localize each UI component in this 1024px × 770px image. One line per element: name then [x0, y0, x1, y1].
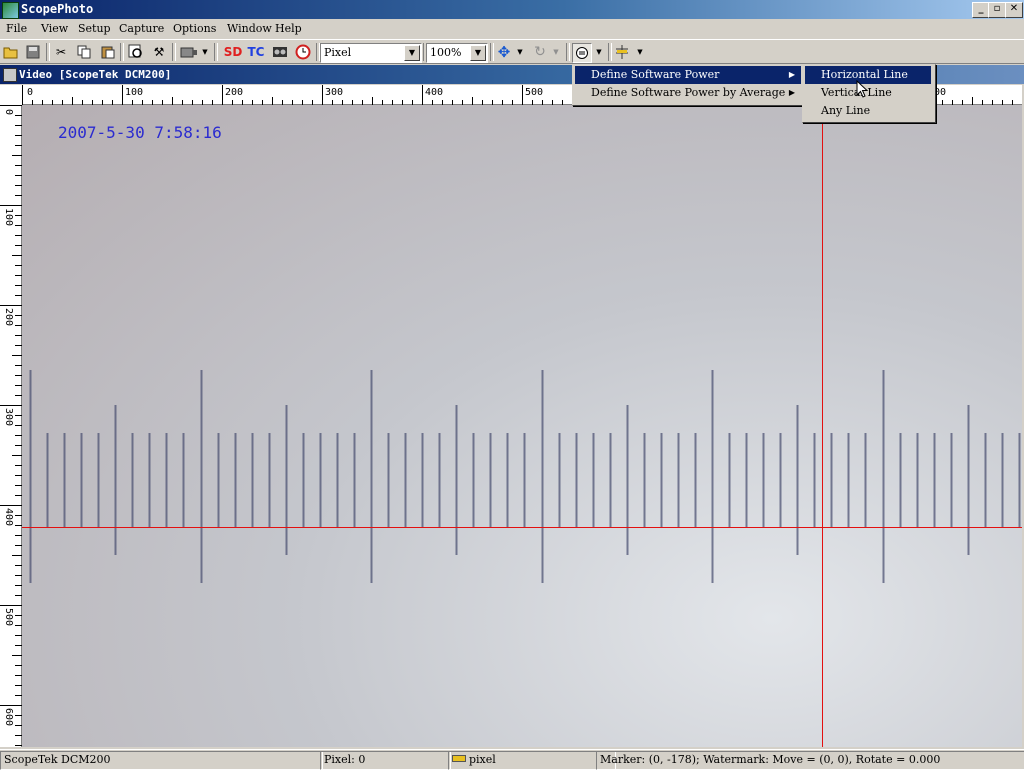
status-bar: ScopeTek DCM200 Pixel: 0 pixel Marker: (…: [0, 749, 1024, 770]
camera-dropdown-arrow[interactable]: ▼: [200, 43, 210, 61]
unit-select[interactable]: Pixel ▼: [320, 43, 422, 63]
menu-options[interactable]: Options: [173, 22, 216, 35]
micrometer-scale-image: [29, 370, 1021, 583]
chevron-down-icon[interactable]: ▼: [470, 45, 486, 61]
copy-icon[interactable]: [75, 43, 93, 61]
timer-icon[interactable]: [294, 43, 312, 61]
ruler-label: 100: [3, 208, 14, 227]
ruler-label: 400: [425, 87, 444, 98]
rotate-dropdown-arrow: ▼: [553, 48, 559, 56]
restore-button[interactable]: ▫: [988, 2, 1006, 18]
menu-capture[interactable]: Capture: [119, 22, 164, 35]
ruler-label: 200: [225, 87, 244, 98]
calibration-dropdown-arrow[interactable]: ▼: [635, 43, 645, 61]
camera-icon[interactable]: [180, 43, 198, 61]
ruler-label: 300: [3, 408, 14, 427]
menu-bar: File View Setup Capture Options Window H…: [0, 19, 1024, 39]
move-icon[interactable]: ✥: [495, 43, 513, 61]
menu-view[interactable]: View: [41, 22, 68, 35]
video-window-icon: [3, 68, 17, 82]
sd-button[interactable]: SD: [222, 43, 244, 61]
menu-item-define-software-power[interactable]: Define Software Power ▶: [575, 66, 801, 84]
video-canvas[interactable]: 2007-5-30 7:58:16: [22, 105, 1022, 747]
ruler-label: 100: [125, 87, 144, 98]
save-icon[interactable]: [24, 43, 42, 61]
status-marker: Marker: (0, -178); Watermark: Move = (0,…: [596, 751, 1024, 770]
zoom-preview-icon[interactable]: [127, 43, 145, 61]
measure-dropdown-arrow[interactable]: ▼: [594, 43, 604, 61]
ruler-label: 500: [3, 608, 14, 627]
tools-icon[interactable]: ⚒: [150, 43, 168, 61]
toolbar: ✂ ⚒ ▼ SD TC Pixel ▼ 100% ▼ ✥ ▼ ↻ ▼ ▼ ▼: [0, 39, 1024, 64]
ruler-icon: [452, 755, 466, 762]
menu-item-label: Define Software Power: [591, 68, 720, 81]
ruler-label: 200: [3, 308, 14, 327]
menu-help[interactable]: Help: [275, 22, 302, 35]
menu-item-label: Define Software Power by Average: [591, 86, 786, 99]
context-menu: Define Software Power ▶ Define Software …: [572, 64, 806, 106]
crosshair-vertical-line[interactable]: [822, 105, 823, 747]
measure-icon[interactable]: [572, 43, 592, 63]
video-timestamp: 2007-5-30 7:58:16: [58, 123, 222, 142]
tc-button[interactable]: TC: [245, 43, 267, 61]
menu-item-any-line[interactable]: Any Line: [805, 102, 931, 120]
film-icon[interactable]: [271, 43, 289, 61]
ruler-label: 300: [325, 87, 344, 98]
ruler-label: 0: [27, 87, 34, 98]
open-folder-icon[interactable]: [2, 43, 20, 61]
status-device: ScopeTek DCM200: [0, 751, 323, 770]
video-window-title: Video [ScopeTek DCM200]: [19, 68, 172, 81]
menu-file[interactable]: File: [6, 22, 27, 35]
paste-icon[interactable]: [99, 43, 117, 61]
ruler-label: 600: [3, 708, 14, 727]
crosshair-horizontal-line[interactable]: [22, 527, 1022, 528]
submenu-arrow-icon: ▶: [788, 88, 795, 97]
submenu-arrow-icon: ▶: [788, 70, 795, 79]
mouse-cursor-icon: [856, 80, 869, 98]
chevron-down-icon[interactable]: ▼: [404, 45, 420, 61]
zoom-select[interactable]: 100% ▼: [426, 43, 488, 63]
cut-icon[interactable]: ✂: [52, 43, 70, 61]
status-unit-label: pixel: [469, 753, 496, 766]
app-icon: [2, 2, 19, 19]
vertical-ruler: 0 100 200 300 400 500 600: [0, 105, 22, 747]
ruler-label: 0: [3, 109, 14, 116]
status-unit: pixel: [448, 751, 616, 770]
window-title-bar[interactable]: ScopePhoto _ ▫ ✕: [0, 0, 1024, 19]
unit-select-value: Pixel: [324, 46, 352, 59]
move-dropdown-arrow[interactable]: ▼: [515, 43, 525, 61]
ruler-label: 500: [525, 87, 544, 98]
ruler-corner: [0, 85, 22, 105]
rotate-icon: ↻: [534, 44, 546, 60]
ruler-label: 400: [3, 508, 14, 527]
zoom-select-value: 100%: [430, 46, 462, 59]
status-pixel: Pixel: 0: [320, 751, 451, 770]
window-title: ScopePhoto: [21, 2, 94, 16]
menu-setup[interactable]: Setup: [78, 22, 111, 35]
close-button[interactable]: ✕: [1005, 2, 1023, 18]
menu-window[interactable]: Window: [227, 22, 272, 35]
menu-item-define-software-power-by-average[interactable]: Define Software Power by Average ▶: [575, 84, 801, 102]
calibration-ruler-icon[interactable]: [614, 43, 632, 61]
